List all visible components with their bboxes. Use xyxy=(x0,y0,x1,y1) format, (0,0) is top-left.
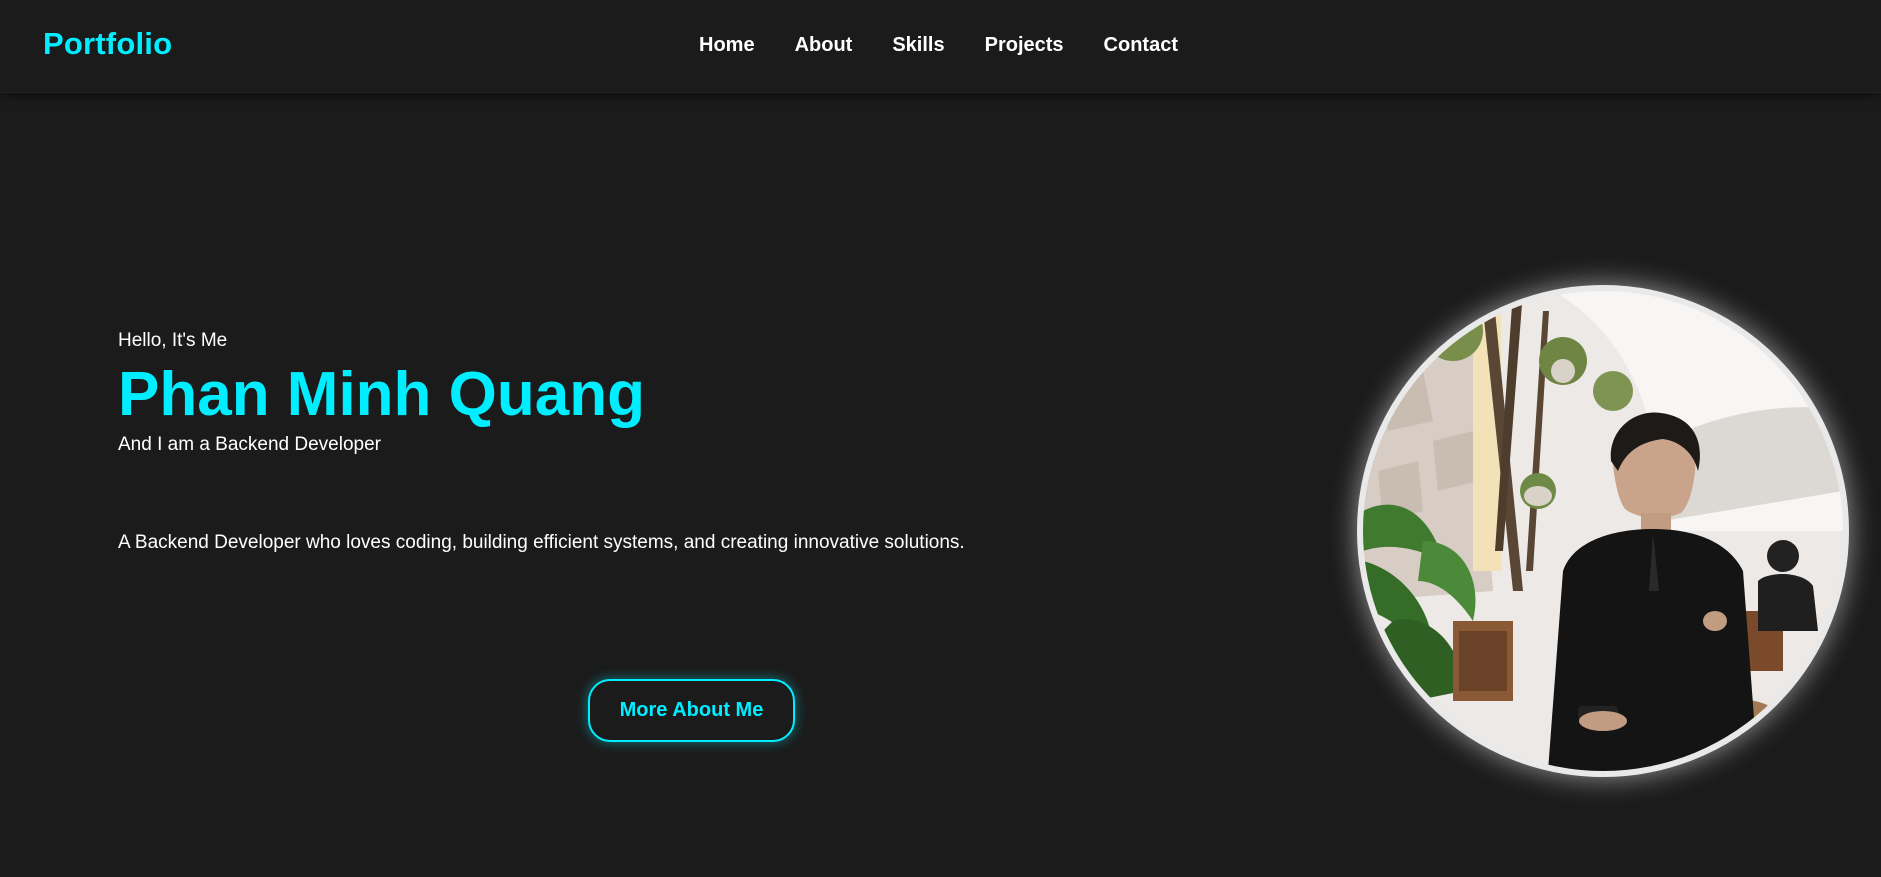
nav-link-skills[interactable]: Skills xyxy=(892,34,944,57)
profile-photo xyxy=(1357,285,1849,777)
hero-name: Phan Minh Quang xyxy=(118,360,645,429)
hero-intro: Hello, It's Me Phan Minh Quang And I am … xyxy=(118,330,645,456)
logo-link[interactable]: Portfolio xyxy=(43,26,172,62)
hero-description: A Backend Developer who loves coding, bu… xyxy=(118,532,965,553)
hero-role: And I am a Backend Developer xyxy=(118,434,381,455)
nav-link-home[interactable]: Home xyxy=(699,34,755,57)
site-header: Portfolio Home About Skills Projects Con… xyxy=(0,0,1881,93)
nav-link-about[interactable]: About xyxy=(795,34,853,57)
hero-greeting: Hello, It's Me xyxy=(118,330,228,351)
nav-link-projects[interactable]: Projects xyxy=(985,34,1064,57)
main-nav: Home About Skills Projects Contact xyxy=(699,34,1178,57)
nav-link-contact[interactable]: Contact xyxy=(1104,34,1178,57)
profile-photo-illustration xyxy=(1363,291,1843,771)
more-about-me-button[interactable]: More About Me xyxy=(588,679,795,742)
